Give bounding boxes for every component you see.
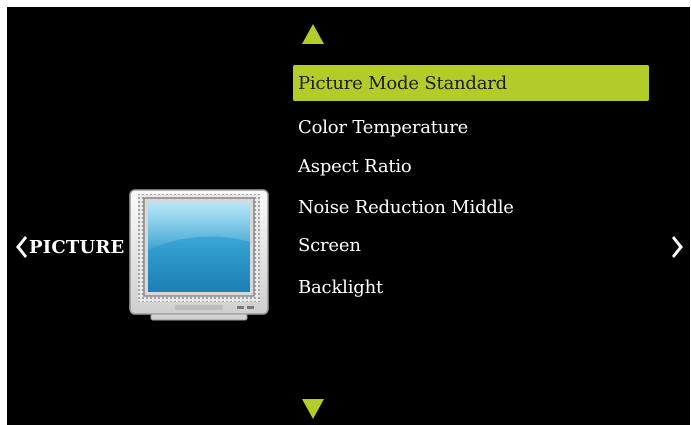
scroll-up-arrow[interactable] (301, 23, 325, 45)
chevron-right-icon (672, 236, 683, 258)
menu-item-picture-mode[interactable]: Picture Mode Standard (293, 65, 649, 101)
picture-settings-menu: Picture Mode Standard Color Temperature … (7, 7, 690, 425)
menu-item-backlight[interactable]: Backlight (293, 269, 649, 305)
menu-item-color-temperature[interactable]: Color Temperature (293, 109, 649, 145)
category-label: PICTURE (29, 236, 125, 258)
triangle-up-icon (302, 24, 324, 44)
next-category-button[interactable] (672, 234, 684, 260)
chevron-left-icon (16, 236, 27, 258)
scroll-down-arrow[interactable] (301, 398, 325, 420)
menu-item-screen[interactable]: Screen (293, 227, 649, 263)
menu-item-noise-reduction[interactable]: Noise Reduction Middle (293, 189, 649, 225)
tv-icon (129, 188, 269, 322)
menu-item-aspect-ratio[interactable]: Aspect Ratio (293, 148, 649, 184)
previous-category-button[interactable]: PICTURE (15, 234, 124, 260)
triangle-down-icon (302, 399, 324, 419)
